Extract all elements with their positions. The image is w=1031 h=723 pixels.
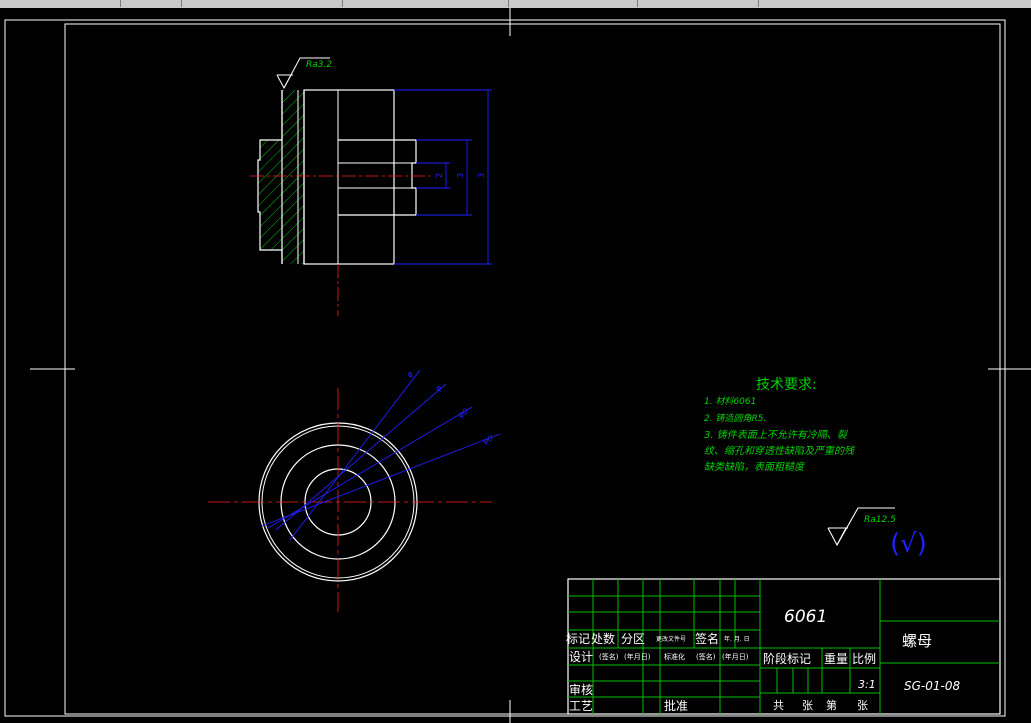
general-surface-finish: Ra12.5 (√) <box>827 507 927 559</box>
drawing-canvas[interactable]: 2 3 3 Ra3.2 φ φ φ0 φ0 技术要求: 1. 材料6061 2.… <box>0 8 1031 723</box>
tech-req-line-2: 2. 铸造圆角R5. <box>704 413 766 424</box>
tb-weight: 重量 <box>824 652 848 666</box>
boss-outline <box>338 139 417 216</box>
tech-req-line-3: 3. 铸件表面上不允许有冷隔、裂 <box>704 429 849 441</box>
surface-finish-label: Ra3.2 <box>306 60 332 70</box>
dia-label-3: φ0 <box>456 407 470 420</box>
tb-count: 处数 <box>591 631 615 646</box>
section-view[interactable]: 2 3 3 Ra3.2 <box>250 57 492 316</box>
title-part-name: 螺母 <box>902 632 932 650</box>
tb-date-paren: (年月日) <box>624 652 651 661</box>
front-view[interactable]: φ φ φ0 φ0 <box>208 369 501 612</box>
toolbar-segment[interactable] <box>638 0 759 7</box>
diameter-leaders <box>261 369 501 541</box>
tb-standardize: 标准化 <box>664 652 685 661</box>
tb-mark: 标记 <box>566 632 590 646</box>
tb-zone: 分区 <box>621 632 645 646</box>
title-drawing-no: SG-01-08 <box>904 679 960 693</box>
toolbar-segment[interactable] <box>509 0 638 7</box>
tech-requirements: 技术要求: 1. 材料6061 2. 铸造圆角R5. 3. 铸件表面上不允许有冷… <box>704 377 855 473</box>
tech-req-title: 技术要求: <box>756 377 817 393</box>
tb-sheets-2: 张 <box>857 699 868 712</box>
dia-label-4: φ0 <box>481 434 494 446</box>
tb-ratio: 比例 <box>852 652 876 666</box>
title-block[interactable]: 6061 螺母 SG-01-08 3:1 标记 处数 分区 更改文件号 签名 年… <box>566 578 1001 715</box>
tb-sheets: 张 <box>802 699 813 712</box>
tech-req-line-1: 1. 材料6061 <box>704 396 756 407</box>
toolbar-segment[interactable] <box>0 0 121 7</box>
tech-req-line-5: 缺类缺陷，表面粗糙度 <box>704 461 806 473</box>
toolbar-segment[interactable] <box>182 0 343 7</box>
tb-sign-paren: (签名) <box>599 652 619 661</box>
tb-approve: 批准 <box>664 698 688 713</box>
tb-stage-mark: 阶段标记 <box>763 651 811 666</box>
dim-large-text: 3 <box>477 173 486 178</box>
tech-req-line-4: 纹、缩孔和穿透性缺陷及严重的残 <box>704 445 855 457</box>
toolbar-segment[interactable] <box>121 0 182 7</box>
general-finish-value: Ra12.5 <box>864 515 896 525</box>
general-finish-bracket: (√) <box>890 529 927 559</box>
tb-number: 第 <box>826 698 837 712</box>
dim-small-text: 2 <box>435 173 444 178</box>
dim-mid-text: 3 <box>456 173 465 178</box>
section-hatch <box>258 90 304 264</box>
sheet-outer-border <box>4 19 1006 717</box>
tb-date-paren-2: (年月日) <box>722 652 749 661</box>
tb-process: 工艺 <box>569 699 593 713</box>
tb-review: 审核 <box>569 682 593 697</box>
tb-sign: 签名 <box>695 631 719 646</box>
tb-change-doc: 更改文件号 <box>656 635 686 643</box>
dia-label-2: φ <box>433 383 443 394</box>
top-toolbar-strip <box>0 0 1031 8</box>
tb-sign-paren-2: (签名) <box>696 652 716 661</box>
tb-total: 共 <box>773 699 784 712</box>
title-material: 6061 <box>784 607 827 627</box>
tb-date: 年. 月. 日 <box>724 635 750 643</box>
body-outline <box>303 89 395 265</box>
title-scale: 3:1 <box>858 678 876 691</box>
tb-design: 设计 <box>569 650 593 664</box>
toolbar-segment[interactable] <box>343 0 509 7</box>
drawing-frame <box>64 23 1001 715</box>
